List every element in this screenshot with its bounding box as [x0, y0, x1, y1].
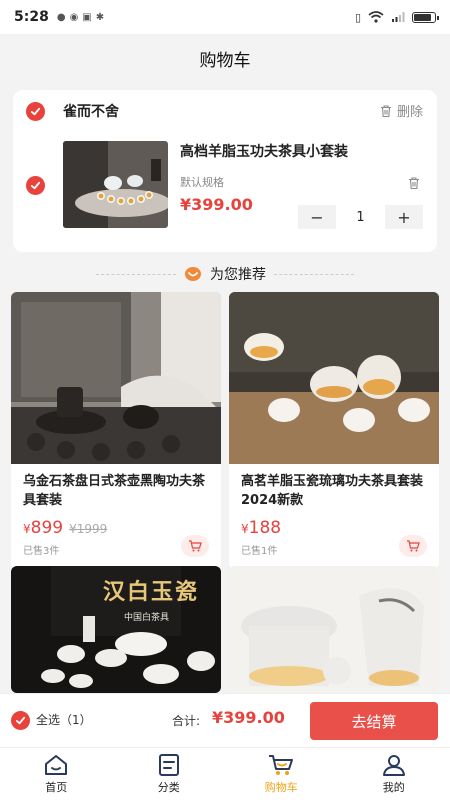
product-price: ¥899: [23, 518, 64, 538]
add-to-cart-button[interactable]: [399, 535, 427, 557]
increment-button[interactable]: +: [385, 205, 423, 229]
product-card[interactable]: [229, 566, 439, 693]
product-title[interactable]: 乌金石茶盘日式茶壶黑陶功夫茶具套装: [11, 464, 221, 512]
cart-item-spec[interactable]: 默认规格: [180, 174, 224, 190]
tab-profile[interactable]: 我的: [338, 748, 450, 800]
divider: [274, 274, 354, 275]
image-banner-text: 汉白玉瓷: [103, 579, 200, 605]
quantity-stepper: − 1 +: [298, 205, 423, 229]
decrement-button[interactable]: −: [298, 205, 336, 229]
delete-label: 删除: [396, 105, 423, 120]
add-to-cart-button[interactable]: [181, 535, 209, 557]
shop-name: 雀而不舍: [63, 104, 119, 120]
profile-icon: [382, 755, 405, 776]
notification-icons: ● ◉ ▣ ✱: [57, 12, 104, 23]
cart-item-title[interactable]: 高档羊脂玉功夫茶具小套装: [180, 141, 348, 161]
weibo-notification-icon: ◉: [69, 11, 79, 23]
price-row: ¥899 ¥1999: [11, 512, 221, 538]
checkout-button[interactable]: 去结算: [310, 702, 438, 740]
heart-icon: [185, 267, 201, 281]
app-notification-icon: ●: [56, 11, 66, 23]
tab-label: 购物车: [264, 781, 298, 794]
total-label: 合计:: [172, 714, 201, 728]
item-checkbox[interactable]: [26, 176, 45, 195]
system-icons: ▯: [354, 10, 439, 24]
page-header: 购物车: [0, 34, 450, 82]
page-title: 购物车: [199, 50, 251, 71]
home-icon: [45, 755, 68, 775]
status-time: 5:28: [14, 9, 49, 25]
bottom-tab-bar: 首页 分类 购物车 我的: [0, 747, 450, 800]
select-all-label[interactable]: 全选（1）: [36, 711, 92, 728]
total-value: ¥399.00: [212, 708, 285, 727]
category-icon: [158, 754, 179, 776]
tab-label: 我的: [382, 781, 405, 794]
recommend-title: 为您推荐: [210, 267, 266, 283]
tab-home[interactable]: 首页: [0, 748, 113, 800]
product-image[interactable]: [11, 292, 221, 464]
tab-label: 分类: [157, 781, 180, 794]
battery-icon: [412, 11, 439, 23]
cart-item-image[interactable]: [63, 141, 168, 228]
vibrate-icon: ▯: [354, 10, 361, 24]
delete-button[interactable]: 删除: [379, 101, 423, 120]
checkout-bar: 全选（1） 合计: ¥399.00 去结算: [0, 693, 450, 747]
product-card[interactable]: 乌金石茶盘日式茶壶黑陶功夫茶具套装 ¥899 ¥1999 已售3件: [11, 292, 221, 569]
trash-icon: [380, 104, 391, 117]
divider: [96, 274, 176, 275]
product-image[interactable]: 汉白玉瓷 中国白茶具: [11, 566, 221, 693]
cart-item-price: ¥399.00: [180, 195, 253, 214]
product-image[interactable]: [229, 566, 439, 693]
check-icon: [15, 716, 26, 725]
image-banner-subtext: 中国白茶具: [124, 613, 170, 623]
product-card[interactable]: 汉白玉瓷 中国白茶具: [11, 566, 221, 693]
cart-icon: [269, 755, 294, 775]
product-price: ¥188: [241, 518, 282, 538]
nfc-icon: ▣: [82, 11, 92, 23]
check-icon: [30, 181, 41, 190]
price-row: ¥188: [229, 512, 439, 538]
recommend-header: 为您推荐: [0, 262, 450, 286]
cart-icon: [407, 540, 420, 552]
status-bar: 5:28 ● ◉ ▣ ✱ ▯: [0, 0, 450, 34]
select-all-checkbox[interactable]: [11, 711, 30, 730]
tab-label: 首页: [45, 781, 68, 794]
quantity-value[interactable]: 1: [336, 210, 385, 225]
product-image[interactable]: [229, 292, 439, 464]
bluetooth-icon: ✱: [95, 11, 105, 23]
original-price: ¥1999: [69, 522, 108, 536]
trash-icon[interactable]: [407, 176, 421, 190]
check-icon: [30, 107, 41, 116]
cart-shop-card: 雀而不舍 删除 高档羊脂玉功夫茶具小套装 默认规格 ¥399.00 − 1 +: [13, 90, 437, 252]
wifi-icon: [368, 11, 384, 23]
shop-checkbox[interactable]: [26, 102, 45, 121]
cart-icon: [189, 540, 202, 552]
signal-icon: [392, 12, 405, 22]
tab-category[interactable]: 分类: [113, 748, 226, 800]
product-title[interactable]: 高茗羊脂玉瓷琉璃功夫茶具套装2024新款: [229, 464, 439, 512]
tab-cart[interactable]: 购物车: [225, 748, 338, 800]
product-card[interactable]: 高茗羊脂玉瓷琉璃功夫茶具套装2024新款 ¥188 已售1件: [229, 292, 439, 569]
